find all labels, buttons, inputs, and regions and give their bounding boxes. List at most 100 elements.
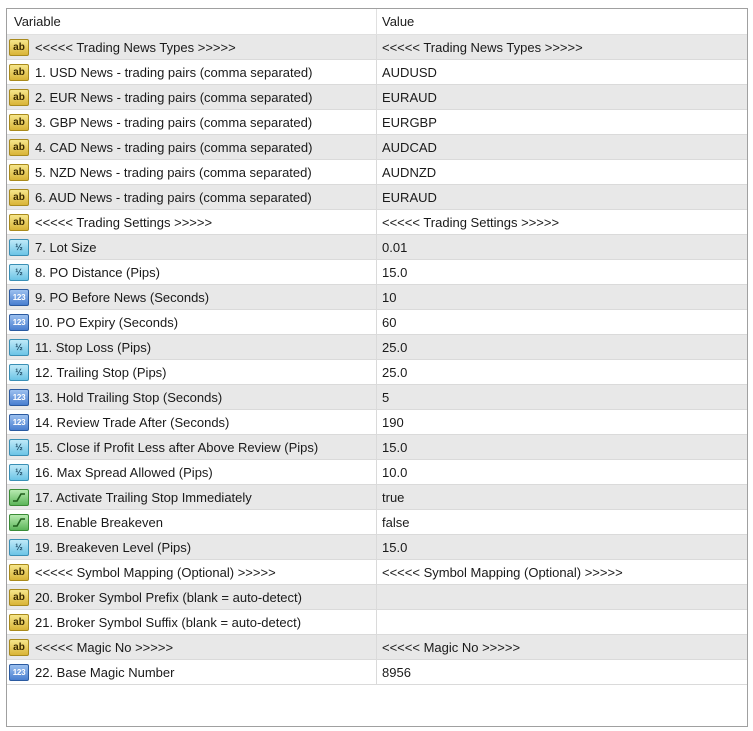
variable-cell[interactable]: 123 13. Hold Trailing Stop (Seconds) xyxy=(7,385,377,409)
value-cell[interactable]: 0.01 xyxy=(377,235,747,259)
table-row[interactable]: ½ 15. Close if Profit Less after Above Re… xyxy=(7,435,747,460)
string-type-icon: ab xyxy=(9,188,29,206)
value-cell[interactable]: false xyxy=(377,510,747,534)
table-row[interactable]: 123 22. Base Magic Number 8956 xyxy=(7,660,747,685)
variable-cell[interactable]: ab 5. NZD News - trading pairs (comma sep… xyxy=(7,160,377,184)
value-cell[interactable]: <<<<< Trading News Types >>>>> xyxy=(377,35,747,59)
value-cell[interactable]: 15.0 xyxy=(377,535,747,559)
variable-cell[interactable]: 18. Enable Breakeven xyxy=(7,510,377,534)
value-cell[interactable]: AUDNZD xyxy=(377,160,747,184)
string-type-icon: ab xyxy=(9,88,29,106)
inputs-grid: Variable Value ab <<<<< Trading News Type… xyxy=(6,8,748,727)
variable-cell[interactable]: ab <<<<< Symbol Mapping (Optional) >>>>> xyxy=(7,560,377,584)
table-row[interactable]: ab 4. CAD News - trading pairs (comma sep… xyxy=(7,135,747,160)
variable-name: 9. PO Before News (Seconds) xyxy=(35,289,210,305)
double-type-icon: ½ xyxy=(9,463,29,481)
variable-cell[interactable]: ab 20. Broker Symbol Prefix (blank = auto… xyxy=(7,585,377,609)
table-row[interactable]: ab 21. Broker Symbol Suffix (blank = auto… xyxy=(7,610,747,635)
variable-name: 3. GBP News - trading pairs (comma separ… xyxy=(35,114,313,130)
table-row[interactable]: ½ 19. Breakeven Level (Pips) 15.0 xyxy=(7,535,747,560)
value-cell[interactable]: 10.0 xyxy=(377,460,747,484)
table-row[interactable]: ½ 8. PO Distance (Pips) 15.0 xyxy=(7,260,747,285)
table-row[interactable]: ab 2. EUR News - trading pairs (comma sep… xyxy=(7,85,747,110)
value-cell[interactable]: 15.0 xyxy=(377,435,747,459)
value-cell[interactable]: true xyxy=(377,485,747,509)
integer-type-icon: 123 xyxy=(9,388,29,406)
value-cell[interactable]: AUDCAD xyxy=(377,135,747,159)
variable-cell[interactable]: 123 10. PO Expiry (Seconds) xyxy=(7,310,377,334)
variable-cell[interactable]: ½ 16. Max Spread Allowed (Pips) xyxy=(7,460,377,484)
table-row[interactable]: 18. Enable Breakeven false xyxy=(7,510,747,535)
value-cell[interactable]: 25.0 xyxy=(377,360,747,384)
value-cell[interactable] xyxy=(377,610,747,634)
table-row[interactable]: ab 1. USD News - trading pairs (comma sep… xyxy=(7,60,747,85)
integer-type-icon: 123 xyxy=(9,313,29,331)
variable-cell[interactable]: ½ 12. Trailing Stop (Pips) xyxy=(7,360,377,384)
value-cell[interactable]: 5 xyxy=(377,385,747,409)
value-cell[interactable]: EURAUD xyxy=(377,85,747,109)
value-cell[interactable]: 25.0 xyxy=(377,335,747,359)
integer-type-icon: 123 xyxy=(9,663,29,681)
string-type-icon: ab xyxy=(9,163,29,181)
variable-cell[interactable]: ½ 11. Stop Loss (Pips) xyxy=(7,335,377,359)
variable-cell[interactable]: ab 21. Broker Symbol Suffix (blank = auto… xyxy=(7,610,377,634)
value-cell[interactable]: EURAUD xyxy=(377,185,747,209)
value-cell[interactable] xyxy=(377,585,747,609)
value-cell[interactable]: 15.0 xyxy=(377,260,747,284)
variable-cell[interactable]: ½ 19. Breakeven Level (Pips) xyxy=(7,535,377,559)
variable-cell[interactable]: ½ 8. PO Distance (Pips) xyxy=(7,260,377,284)
table-row[interactable]: ab <<<<< Symbol Mapping (Optional) >>>>> <… xyxy=(7,560,747,585)
variable-cell[interactable]: ab 1. USD News - trading pairs (comma sep… xyxy=(7,60,377,84)
value-cell[interactable]: <<<<< Magic No >>>>> xyxy=(377,635,747,659)
table-row[interactable]: ab <<<<< Trading Settings >>>>> <<<<< Trad… xyxy=(7,210,747,235)
value-cell[interactable]: 10 xyxy=(377,285,747,309)
variable-name: 16. Max Spread Allowed (Pips) xyxy=(35,464,213,480)
value-cell[interactable]: <<<<< Symbol Mapping (Optional) >>>>> xyxy=(377,560,747,584)
value-cell[interactable]: <<<<< Trading Settings >>>>> xyxy=(377,210,747,234)
variable-cell[interactable]: ab 4. CAD News - trading pairs (comma sep… xyxy=(7,135,377,159)
variable-cell[interactable]: ab <<<<< Trading News Types >>>>> xyxy=(7,35,377,59)
table-row[interactable]: 123 9. PO Before News (Seconds) 10 xyxy=(7,285,747,310)
variable-cell[interactable]: ab 2. EUR News - trading pairs (comma sep… xyxy=(7,85,377,109)
table-row[interactable]: ab <<<<< Magic No >>>>> <<<<< Magic No >>>… xyxy=(7,635,747,660)
value-cell[interactable]: 8956 xyxy=(377,660,747,684)
table-row[interactable]: ½ 7. Lot Size 0.01 xyxy=(7,235,747,260)
value-cell[interactable]: 60 xyxy=(377,310,747,334)
variable-cell[interactable]: 123 14. Review Trade After (Seconds) xyxy=(7,410,377,434)
variable-name: 21. Broker Symbol Suffix (blank = auto-d… xyxy=(35,614,302,630)
table-row[interactable]: ab 6. AUD News - trading pairs (comma sep… xyxy=(7,185,747,210)
variable-cell[interactable]: ab <<<<< Trading Settings >>>>> xyxy=(7,210,377,234)
table-row[interactable]: ab 5. NZD News - trading pairs (comma sep… xyxy=(7,160,747,185)
table-row[interactable]: ½ 11. Stop Loss (Pips) 25.0 xyxy=(7,335,747,360)
variable-cell[interactable]: 17. Activate Trailing Stop Immediately xyxy=(7,485,377,509)
variable-cell[interactable]: ½ 15. Close if Profit Less after Above Re… xyxy=(7,435,377,459)
variable-cell[interactable]: ab 6. AUD News - trading pairs (comma sep… xyxy=(7,185,377,209)
double-type-icon: ½ xyxy=(9,438,29,456)
variable-name: 2. EUR News - trading pairs (comma separ… xyxy=(35,89,313,105)
variable-cell[interactable]: 123 9. PO Before News (Seconds) xyxy=(7,285,377,309)
variable-name: 19. Breakeven Level (Pips) xyxy=(35,539,192,555)
table-row[interactable]: 17. Activate Trailing Stop Immediately tr… xyxy=(7,485,747,510)
column-header-variable[interactable]: Variable xyxy=(7,9,377,34)
variable-cell[interactable]: ab 3. GBP News - trading pairs (comma sep… xyxy=(7,110,377,134)
table-row[interactable]: 123 13. Hold Trailing Stop (Seconds) 5 xyxy=(7,385,747,410)
table-row[interactable]: 123 10. PO Expiry (Seconds) 60 xyxy=(7,310,747,335)
value-cell[interactable]: 190 xyxy=(377,410,747,434)
table-row[interactable]: ½ 12. Trailing Stop (Pips) 25.0 xyxy=(7,360,747,385)
variable-name: 7. Lot Size xyxy=(35,239,97,255)
string-type-icon: ab xyxy=(9,213,29,231)
variable-cell[interactable]: ½ 7. Lot Size xyxy=(7,235,377,259)
table-row[interactable]: ab <<<<< Trading News Types >>>>> <<<<< Tr… xyxy=(7,35,747,60)
string-type-icon: ab xyxy=(9,638,29,656)
string-type-icon: ab xyxy=(9,38,29,56)
column-header-value[interactable]: Value xyxy=(377,9,747,34)
variable-cell[interactable]: 123 22. Base Magic Number xyxy=(7,660,377,684)
table-row[interactable]: 123 14. Review Trade After (Seconds) 190 xyxy=(7,410,747,435)
table-row[interactable]: ab 20. Broker Symbol Prefix (blank = auto… xyxy=(7,585,747,610)
value-cell[interactable]: EURGBP xyxy=(377,110,747,134)
table-row[interactable]: ab 3. GBP News - trading pairs (comma sep… xyxy=(7,110,747,135)
variable-name: 20. Broker Symbol Prefix (blank = auto-d… xyxy=(35,589,302,605)
value-cell[interactable]: AUDUSD xyxy=(377,60,747,84)
variable-cell[interactable]: ab <<<<< Magic No >>>>> xyxy=(7,635,377,659)
table-row[interactable]: ½ 16. Max Spread Allowed (Pips) 10.0 xyxy=(7,460,747,485)
